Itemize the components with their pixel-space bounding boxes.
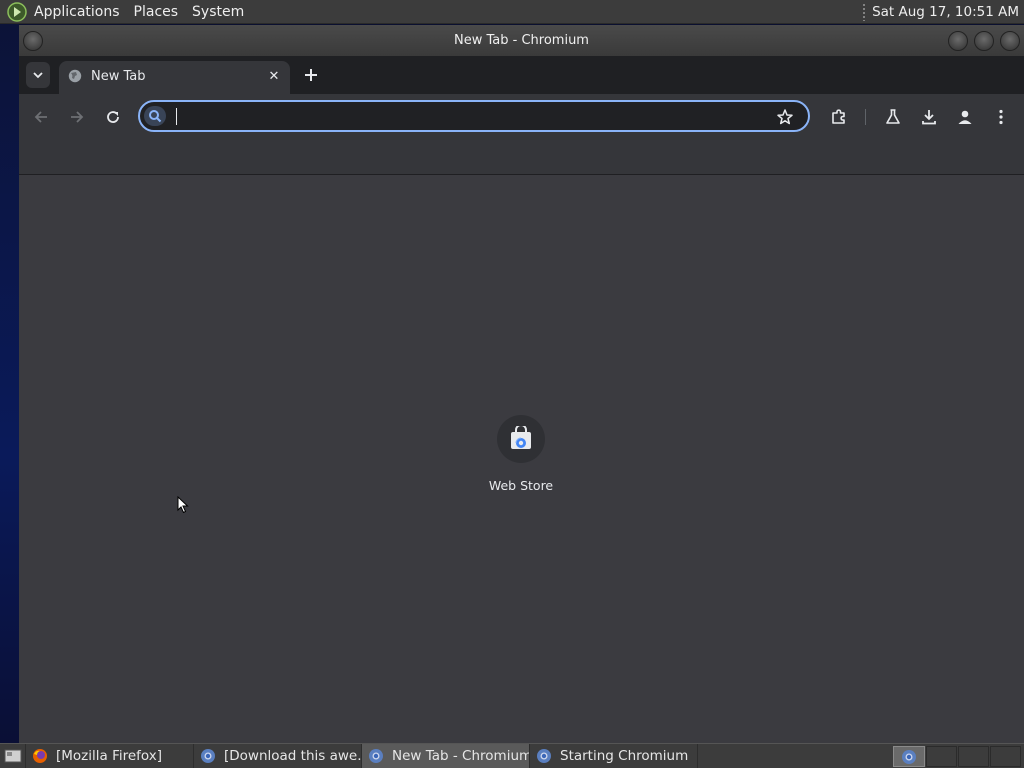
shortcut-web-store[interactable]: Web Store: [480, 413, 562, 503]
taskbar-item-label: [Mozilla Firefox]: [56, 748, 163, 764]
profile-icon: [958, 110, 972, 124]
places-menu[interactable]: Places: [127, 0, 186, 24]
download-icon: [922, 110, 936, 125]
desktop-background: [0, 24, 19, 743]
chromium-icon: [369, 749, 383, 763]
close-icon[interactable]: [1000, 31, 1020, 51]
search-icon: [144, 106, 166, 126]
distro-logo-icon[interactable]: [7, 1, 27, 22]
menu-dots-icon: [999, 109, 1003, 125]
taskbar-item-starting-chromium[interactable]: Starting Chromium: [530, 744, 698, 768]
chevron-down-icon: [33, 72, 43, 79]
show-desktop-button[interactable]: [0, 744, 26, 768]
chromium-window: New Tab - Chromium New Tab ✕ Web Store: [19, 25, 1024, 743]
plus-icon: [305, 69, 317, 81]
downloads-button[interactable]: [917, 105, 941, 129]
taskbar-item-label: [Download this awe...: [224, 748, 362, 764]
show-desktop-icon: [4, 749, 21, 763]
panel-grip[interactable]: [862, 2, 867, 21]
window-title: New Tab - Chromium: [454, 33, 589, 48]
omnibox[interactable]: [138, 100, 810, 132]
extensions-button[interactable]: [827, 105, 851, 129]
menu-button[interactable]: [989, 105, 1013, 129]
browser-toolbar: [19, 94, 1024, 140]
taskbar-item-new-tab-chromium[interactable]: New Tab - Chromium: [362, 744, 530, 768]
maximize-icon[interactable]: [974, 31, 994, 51]
taskbar-item-label: Starting Chromium: [560, 748, 689, 764]
mouse-cursor-icon: [177, 496, 189, 514]
workspace-2[interactable]: [926, 746, 957, 767]
applications-menu[interactable]: Applications: [27, 0, 127, 24]
taskbar-item-label: New Tab - Chromium: [392, 748, 530, 764]
bottom-taskbar: [Mozilla Firefox] [Download this awe... …: [0, 743, 1024, 768]
reload-icon: [107, 111, 119, 123]
taskbar-item-firefox[interactable]: [Mozilla Firefox]: [26, 744, 194, 768]
back-button[interactable]: [29, 105, 53, 129]
tab-title: New Tab: [91, 69, 146, 84]
profile-button[interactable]: [953, 105, 977, 129]
new-tab-page: Web Store: [19, 175, 1024, 743]
workspace-4[interactable]: [990, 746, 1021, 767]
top-panel: Applications Places System Sat Aug 17, 1…: [0, 0, 1024, 24]
text-caret: [176, 108, 177, 125]
taskbar-item-download[interactable]: [Download this awe...: [194, 744, 362, 768]
web-store-icon: [511, 426, 531, 449]
reload-button[interactable]: [101, 105, 125, 129]
back-icon: [34, 111, 47, 123]
forward-icon: [71, 111, 84, 123]
tab-close-icon[interactable]: ✕: [266, 68, 282, 84]
labs-button[interactable]: [881, 105, 905, 129]
tab-search-button[interactable]: [26, 62, 50, 88]
tab-strip: New Tab ✕: [19, 56, 1024, 94]
bookmarks-bar: [19, 140, 1024, 175]
system-menu[interactable]: System: [185, 0, 251, 24]
tab-new-tab[interactable]: New Tab ✕: [59, 61, 290, 94]
clock[interactable]: Sat Aug 17, 10:51 AM: [872, 4, 1024, 20]
chromium-icon: [201, 749, 215, 763]
workspace-1-preview[interactable]: [893, 746, 925, 767]
forward-button[interactable]: [65, 105, 89, 129]
new-tab-button[interactable]: [300, 64, 322, 86]
shortcut-tile: [497, 415, 545, 463]
workspace-3[interactable]: [958, 746, 989, 767]
shortcut-label: Web Store: [488, 478, 554, 493]
chromium-icon: [537, 749, 551, 763]
address-input[interactable]: [174, 105, 768, 129]
extensions-icon: [832, 109, 845, 124]
window-titlebar[interactable]: New Tab - Chromium: [19, 25, 1024, 56]
labs-flask-icon: [886, 109, 900, 124]
bookmark-star-icon[interactable]: [776, 108, 794, 126]
chromium-icon: [902, 749, 916, 764]
globe-icon: [68, 69, 82, 83]
minimize-icon[interactable]: [948, 31, 968, 51]
toolbar-separator: [865, 109, 866, 125]
firefox-icon: [33, 749, 47, 763]
